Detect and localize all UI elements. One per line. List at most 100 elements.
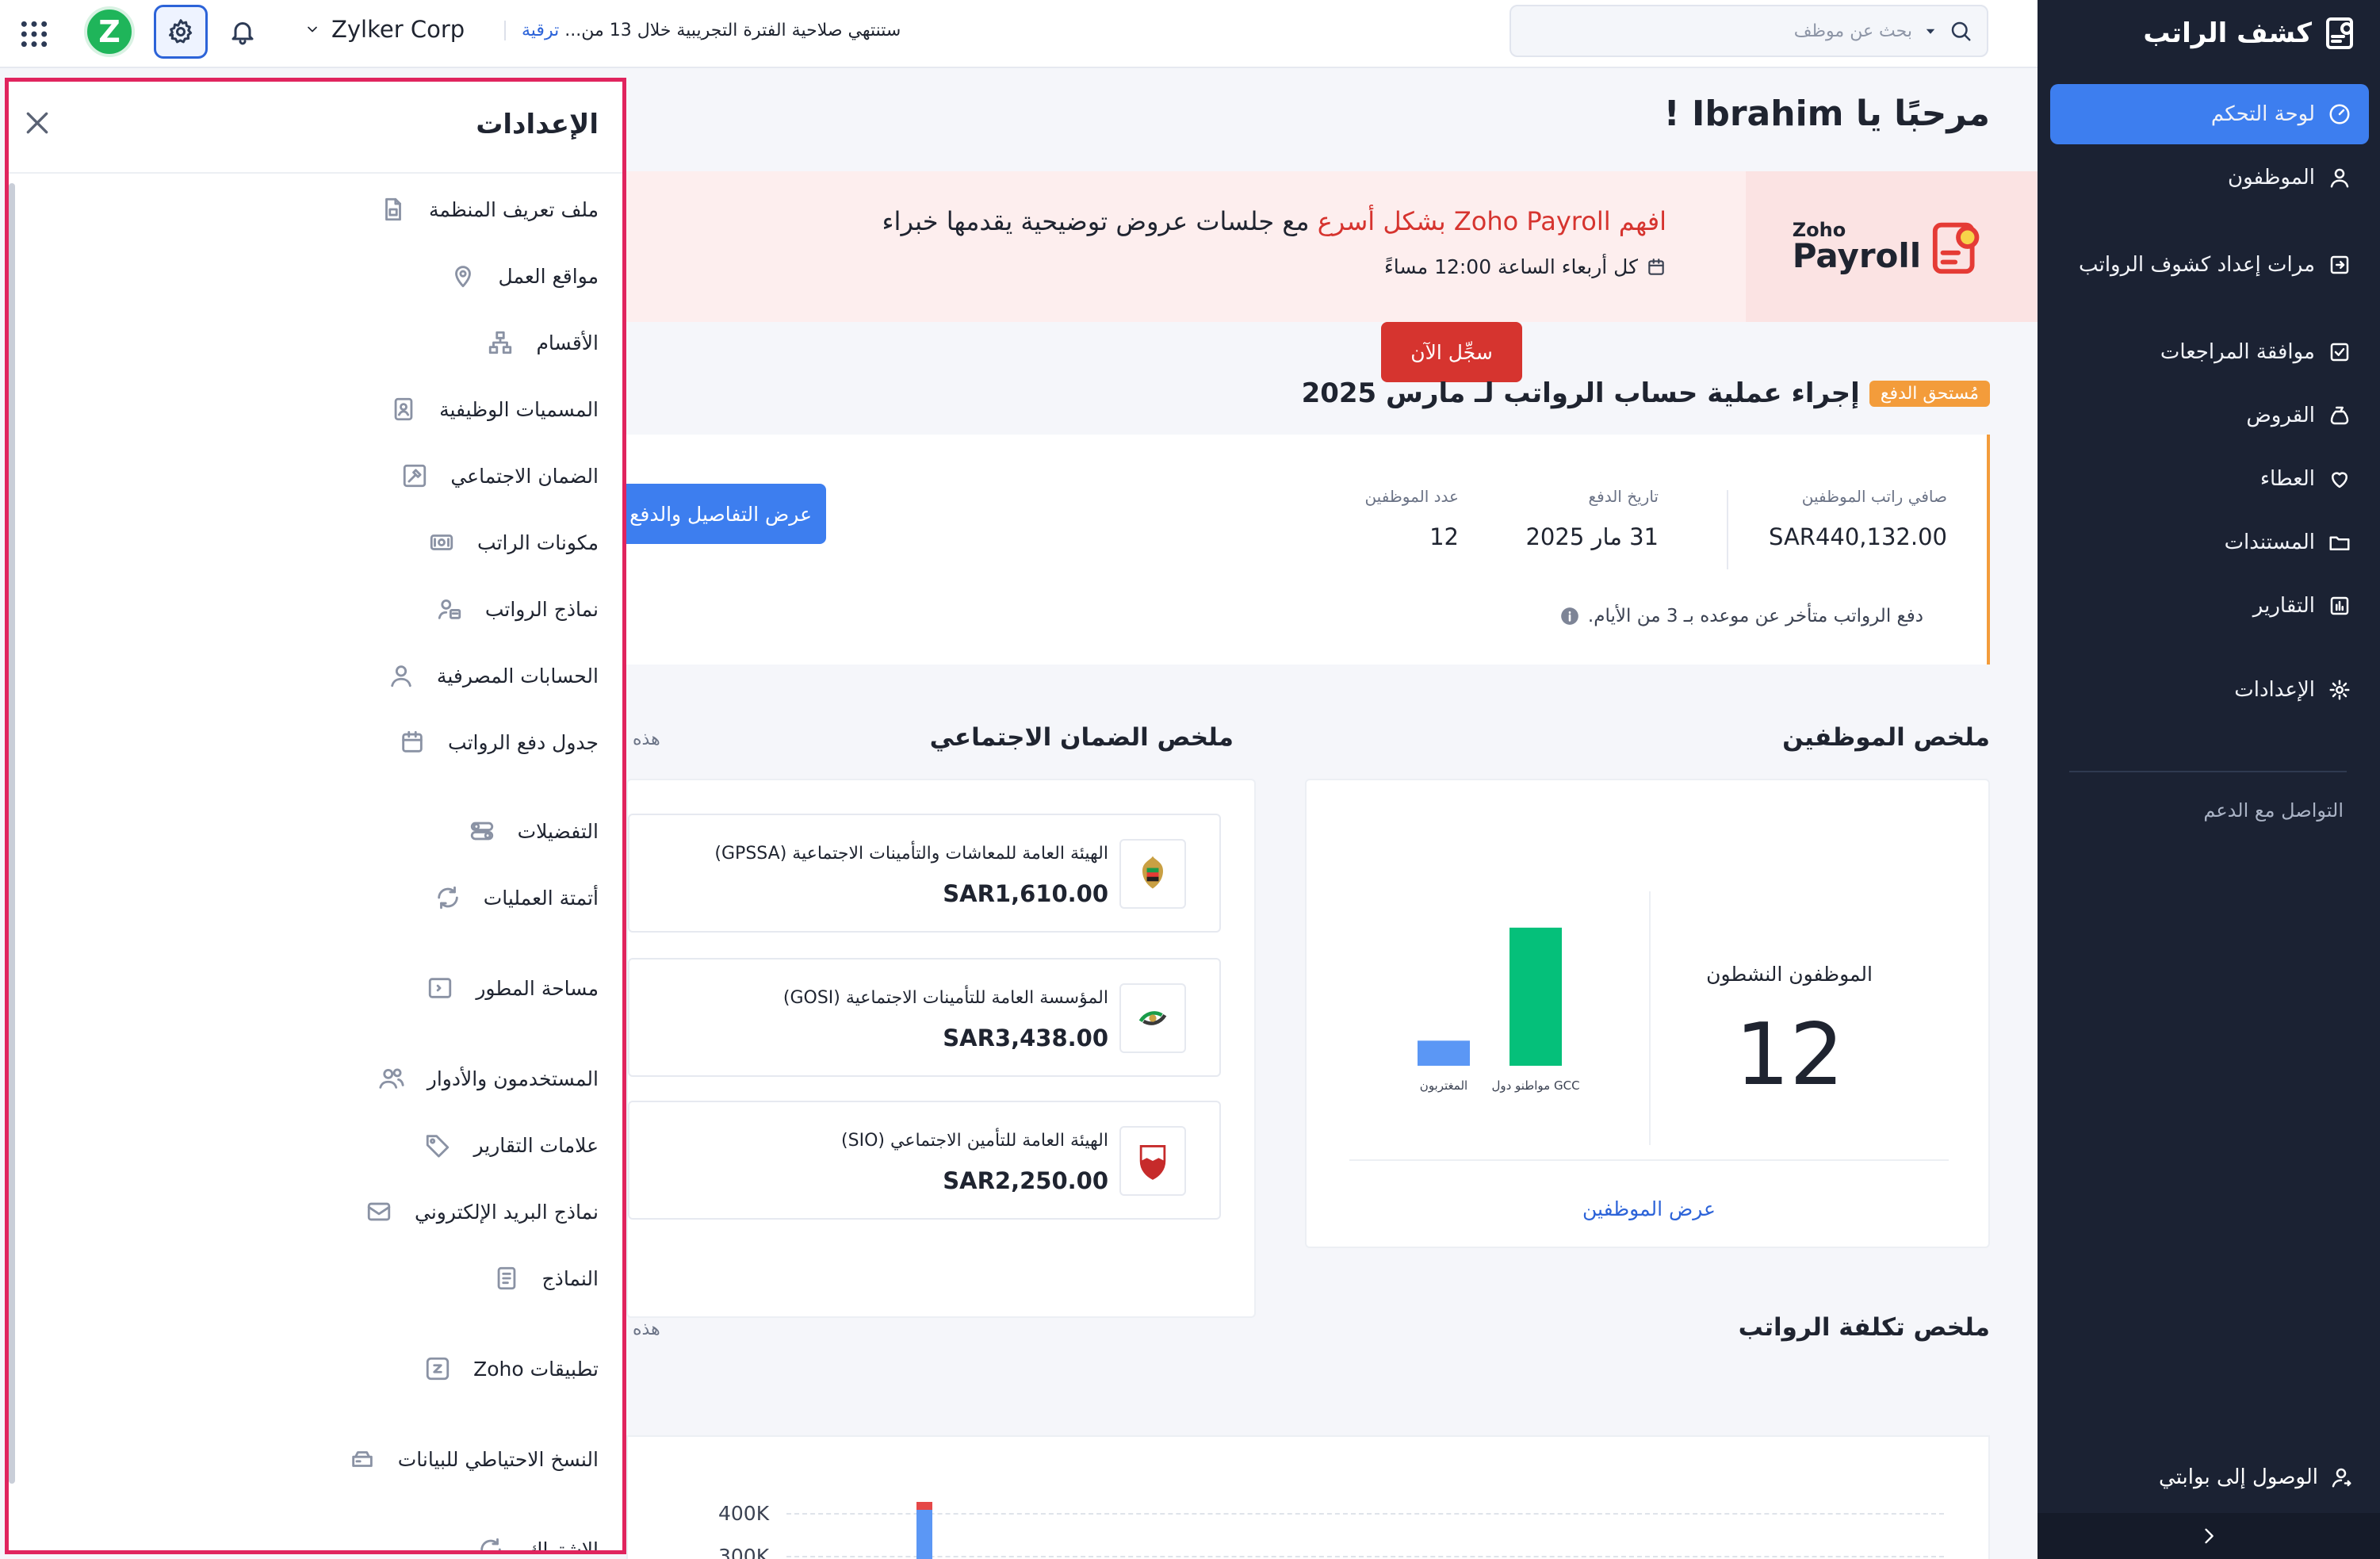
location-pin-icon	[454, 266, 471, 288]
sidebar-collapse-button[interactable]	[2038, 1513, 2380, 1559]
settings-item-data-backup[interactable]: النسخ الاحتياطي للبيانات	[349, 1446, 599, 1473]
heart-icon	[2332, 472, 2347, 488]
settings-item-bank-accounts[interactable]: الحسابات المصرفية	[388, 662, 599, 689]
settings-item-subscription[interactable]: الاشتراك	[477, 1536, 599, 1554]
banner-text-highlight: بشكل أسرع	[1309, 206, 1454, 236]
sidebar-item-loans[interactable]: القروض	[2050, 385, 2369, 446]
cost-bar-segment-1[interactable]	[916, 1510, 932, 1559]
org-switcher[interactable]: Zylker Corp	[304, 16, 465, 43]
settings-item-departments[interactable]: الأقسام	[487, 329, 599, 356]
payroll-cost-card: 400K 300K	[626, 1435, 1990, 1559]
portal-access-link[interactable]: الوصول إلى بوابتي	[2159, 1465, 2353, 1489]
gosi-logo-icon	[1119, 983, 1186, 1053]
settings-item-preferences[interactable]: التفضيلات	[469, 818, 599, 845]
zoho-payroll-logo: Zoho Payroll	[1746, 171, 2038, 322]
settings-item-label: الاشتراك	[526, 1538, 599, 1554]
sidebar-item-label: مرات إعداد كشوف الرواتب	[2079, 253, 2315, 277]
settings-item-email-templates[interactable]: نماذج البريد الإلكتروني	[365, 1198, 599, 1225]
settings-item-automation[interactable]: أتمتة العمليات	[434, 884, 599, 911]
bar-1[interactable]	[1418, 1040, 1470, 1066]
settings-item-label: الضمان الاجتماعي	[450, 464, 599, 488]
banner-text-suffix: مع جلسات عروض توضيحية يقدمها خبراء	[882, 206, 1310, 236]
subscription-icon	[480, 1538, 501, 1550]
settings-item-zoho-apps[interactable]: تطبيقات Zoho	[424, 1355, 599, 1382]
sidebar-item-giving[interactable]: العطاء	[2050, 449, 2369, 509]
approval-icon	[2330, 343, 2349, 362]
period-filter-hint[interactable]: هذه	[633, 730, 660, 749]
settings-item-label: علامات التقارير	[473, 1133, 599, 1157]
view-employees-link[interactable]: عرض الموظفين	[1307, 1197, 1992, 1220]
sidebar-item-label: الإعدادات	[2234, 678, 2315, 702]
bar-0[interactable]	[1510, 927, 1562, 1066]
register-now-button[interactable]: سجِّل الآن	[1381, 322, 1522, 382]
settings-item-designations[interactable]: المسميات الوظيفية	[390, 396, 599, 423]
sidebar-item-employees[interactable]: الموظفون	[2050, 147, 2369, 208]
app-brand[interactable]: كشف الراتب	[2143, 10, 2361, 57]
payroll-cost-title: ملخص تكلفة الرواتب	[1738, 1313, 1990, 1342]
sidebar-item-label: موافقة المراجعات	[2160, 340, 2315, 364]
cost-bar-segment-0[interactable]	[916, 1502, 932, 1510]
sidebar-item-reports[interactable]: التقارير	[2050, 576, 2369, 636]
settings-panel-scrollbar[interactable]	[9, 183, 15, 1484]
sidebar-item-label: التقارير	[2252, 594, 2315, 618]
employee-count-block: عدد الموظفين 12	[1364, 487, 1459, 550]
settings-item-salary-templates[interactable]: نماذج الرواتب	[436, 596, 599, 622]
settings-item-users-roles[interactable]: المستخدمون والأدوار	[378, 1065, 599, 1092]
settings-item-developer-space[interactable]: مساحة المطور	[427, 975, 599, 1002]
settings-item-work-locations[interactable]: مواقع العمل	[450, 262, 599, 289]
settings-item-org-profile[interactable]: ملف تعريف المنظمة	[380, 196, 599, 223]
caret-down-icon[interactable]	[1923, 24, 1938, 38]
promo-banner: Zoho Payroll افهم Zoho Payroll بشكل أسرع…	[626, 171, 2038, 382]
settings-item-label: تطبيقات Zoho	[473, 1357, 599, 1381]
sidebar-item-label: لوحة التحكم	[2210, 102, 2315, 126]
info-icon	[1561, 607, 1578, 625]
view-details-and-pay-button[interactable]: عرض التفاصيل والدفع	[626, 484, 826, 544]
apps-grid-icon[interactable]	[19, 19, 49, 49]
sidebar-item-label: القروض	[2246, 404, 2315, 427]
fund-name: المؤسسة العامة للتأمينات الاجتماعية (GOS…	[782, 988, 1108, 1008]
calendar-icon	[1648, 258, 1664, 275]
settings-item-label: التفضيلات	[517, 819, 599, 843]
settings-item-templates[interactable]: النماذج	[493, 1265, 599, 1292]
settings-item-salary-components[interactable]: مكونات الراتب	[428, 529, 599, 556]
fund-name: الهيئة العامة للتأمين الاجتماعي (SIO)	[841, 1131, 1108, 1151]
org-avatar[interactable]: Z	[84, 6, 135, 57]
notification-bell-icon[interactable]	[228, 17, 257, 46]
settings-item-report-tags[interactable]: علامات التقارير	[424, 1132, 599, 1159]
period-filter-hint[interactable]: هذه	[633, 1320, 660, 1339]
pay-date-block: تاريخ الدفع 31 مار 2025	[1525, 487, 1659, 550]
sidebar-item-label: العطاء	[2259, 467, 2315, 491]
refresh-icon	[437, 886, 458, 910]
welcome-heading: مرحبًا يا Ibrahim !	[1663, 94, 1990, 134]
calendar-icon	[402, 730, 423, 753]
zoho-apps-icon	[426, 1357, 450, 1381]
sidebar-item-settings[interactable]: الإعدادات	[2050, 660, 2369, 720]
social-security-card: الهيئة العامة للمعاشات والتأمينات الاجتم…	[626, 779, 1256, 1318]
sidebar-divider	[2069, 771, 2347, 772]
settings-item-label: الحسابات المصرفية	[436, 664, 599, 688]
app-title: كشف الراتب	[2143, 17, 2312, 49]
user-template-icon	[438, 599, 461, 619]
settings-item-pay-schedule[interactable]: جدول دفع الرواتب	[399, 729, 599, 756]
org-name: Zylker Corp	[331, 16, 465, 43]
tag-icon	[427, 1135, 450, 1158]
gear-icon	[169, 19, 193, 44]
close-icon[interactable]	[21, 107, 53, 139]
gear-icon	[2329, 680, 2350, 700]
summary-divider	[1649, 891, 1651, 1145]
ss-fund-row: الهيئة العامة للمعاشات والتأمينات الاجتم…	[628, 814, 1221, 933]
settings-item-social-security[interactable]: الضمان الاجتماعي	[401, 462, 599, 489]
id-badge-icon	[394, 397, 413, 421]
sidebar-item-approvals[interactable]: موافقة المراجعات	[2050, 322, 2369, 382]
settings-button[interactable]	[154, 5, 208, 59]
contact-support-link[interactable]: التواصل مع الدعم	[2203, 799, 2344, 822]
upgrade-link[interactable]: ترقية	[522, 21, 559, 40]
search-input[interactable]	[1525, 21, 1912, 41]
sidebar-item-pay-runs[interactable]: مرات إعداد كشوف الرواتب	[2050, 235, 2369, 295]
loan-icon	[2330, 406, 2349, 425]
employee-summary-card: الموظفون النشطون 12 مواطنو دول GCC المغتر…	[1305, 779, 1990, 1248]
bar-category-label: مواطنو دول GCC	[1491, 1078, 1579, 1093]
sidebar-item-dashboard[interactable]: لوحة التحكم	[2050, 84, 2369, 144]
sidebar-item-documents[interactable]: المستندات	[2050, 512, 2369, 573]
employee-count-label: عدد الموظفين	[1364, 487, 1459, 506]
